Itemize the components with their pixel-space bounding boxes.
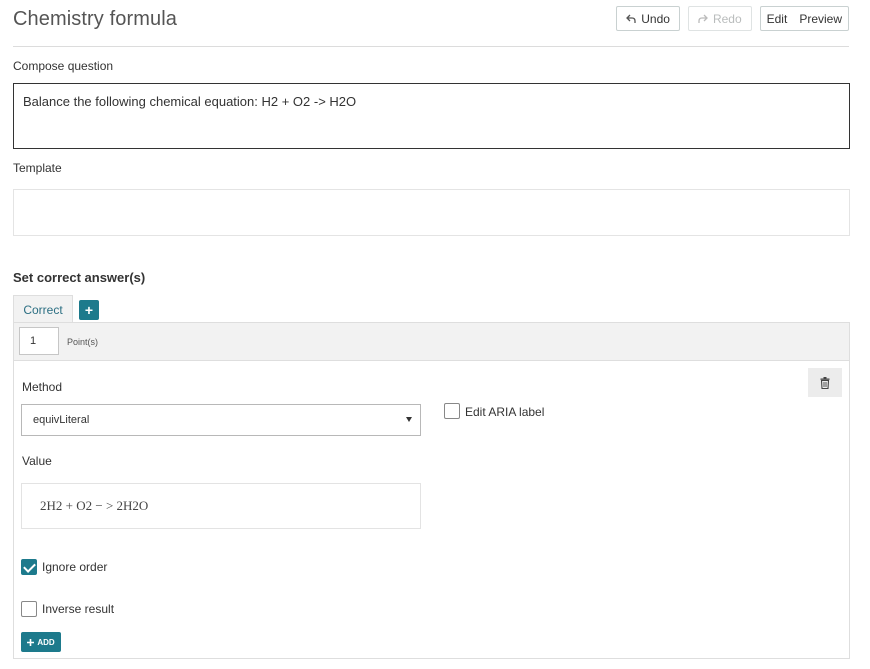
redo-button[interactable]: Redo xyxy=(687,6,752,31)
undo-label: Undo xyxy=(641,11,670,26)
correct-answer-panel: 1 Point(s) Method equivLiteral Edit ARIA… xyxy=(13,322,850,659)
editor-toolbar: Undo Redo Edit Preview xyxy=(616,6,849,31)
compose-question-label: Compose question xyxy=(13,59,114,73)
redo-label: Redo xyxy=(712,11,742,26)
plus-icon xyxy=(27,638,35,646)
add-alternate-tab-button[interactable]: + xyxy=(79,300,99,320)
header-divider xyxy=(13,46,849,47)
points-input[interactable]: 1 xyxy=(19,327,59,355)
undo-button[interactable]: Undo xyxy=(616,6,680,31)
template-label: Template xyxy=(13,161,62,175)
edit-button[interactable]: Edit xyxy=(761,7,794,30)
preview-button[interactable]: Preview xyxy=(793,7,848,30)
caret-down-icon xyxy=(406,417,412,422)
inverse-result-checkbox[interactable] xyxy=(21,601,37,617)
page-title: Chemistry formula xyxy=(13,8,177,30)
undo-icon xyxy=(626,14,636,23)
edit-aria-label-checkbox[interactable] xyxy=(444,403,460,419)
points-label: Point(s) xyxy=(67,337,99,347)
edit-aria-label-text: Edit ARIA label xyxy=(465,405,545,419)
ignore-order-checkbox[interactable] xyxy=(21,559,37,575)
method-selected-value: equivLiteral xyxy=(33,414,90,426)
inverse-result-label: Inverse result xyxy=(42,602,115,616)
points-bar: 1 Point(s) xyxy=(14,323,849,361)
plus-icon: + xyxy=(84,302,94,318)
tab-correct[interactable]: Correct xyxy=(13,295,73,323)
edit-preview-toggle: Edit Preview xyxy=(759,6,849,31)
template-editor[interactable] xyxy=(13,189,850,236)
value-label: Value xyxy=(22,454,52,468)
add-method-button[interactable]: ADD xyxy=(21,632,61,652)
add-method-label: ADD xyxy=(37,637,55,647)
trash-icon xyxy=(820,376,830,389)
method-select[interactable]: equivLiteral xyxy=(21,404,421,436)
compose-question-editor[interactable]: Balance the following chemical equation:… xyxy=(13,83,850,149)
ignore-order-label: Ignore order xyxy=(42,560,108,574)
redo-icon xyxy=(698,14,708,23)
correct-answers-title: Set correct answer(s) xyxy=(13,270,146,285)
method-label: Method xyxy=(22,380,63,394)
delete-answer-button[interactable] xyxy=(808,368,842,397)
value-math-input[interactable]: 2H2 + O2 − > 2H2O xyxy=(21,483,421,529)
